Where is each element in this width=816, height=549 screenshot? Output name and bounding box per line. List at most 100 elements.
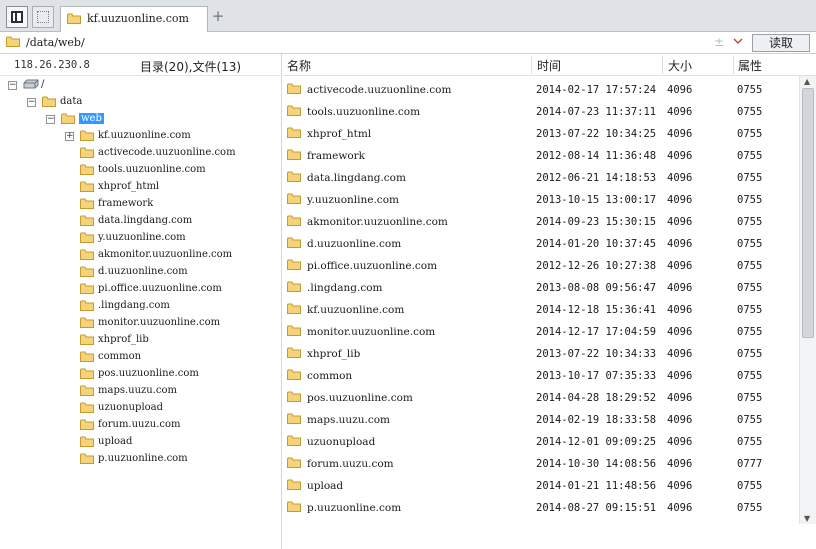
file-row[interactable]: pi.office.uuzuonline.com 2012-12-26 10:27… [283, 255, 798, 277]
folder-icon [80, 198, 94, 209]
file-row[interactable]: y.uuzuonline.com 2013-10-15 13:00:17 4096 0… [283, 189, 798, 211]
file-permissions: 0755 [737, 392, 763, 404]
file-row[interactable]: pos.uuzuonline.com 2014-04-28 18:29:52 409… [283, 387, 798, 409]
column-divider[interactable] [662, 56, 663, 74]
column-time[interactable]: 时间 [537, 57, 561, 74]
tree-item[interactable]: − / [0, 78, 280, 94]
folder-icon [80, 266, 94, 277]
collapse-icon[interactable]: − [46, 115, 55, 124]
file-time: 2013-07-22 10:34:33 [536, 348, 657, 360]
tree-item[interactable]: pi.office.uuzuonline.com [0, 282, 280, 298]
tab-label: kf.uuzuonline.com [87, 12, 189, 25]
collapse-icon[interactable]: − [8, 81, 17, 90]
tree-item[interactable]: tools.uuzuonline.com [0, 163, 280, 179]
folder-icon [61, 113, 75, 124]
scrollbar[interactable]: ▲ ▼ [799, 76, 816, 524]
new-window-button[interactable] [32, 6, 54, 28]
tree-item[interactable]: framework [0, 197, 280, 213]
file-size: 4096 [667, 260, 693, 272]
file-row[interactable]: .lingdang.com 2013-08-08 09:56:47 4096 0755 [283, 277, 798, 299]
column-name[interactable]: 名称 [287, 57, 311, 74]
tree-item-label: activecode.uuzuonline.com [98, 147, 236, 158]
folder-icon [287, 303, 301, 314]
tree-item[interactable]: p.uuzuonline.com [0, 452, 280, 468]
tree-item[interactable]: akmonitor.uuzuonline.com [0, 248, 280, 264]
tree-item[interactable]: uzuonupload [0, 401, 280, 417]
folder-icon [287, 479, 301, 490]
tree-item-label: upload [98, 436, 133, 447]
file-row[interactable]: p.uuzuonline.com 2014-08-27 09:15:51 4096 0… [283, 497, 798, 519]
tree-item-label: pos.uuzuonline.com [98, 368, 199, 379]
tree-item[interactable]: + kf.uuzuonline.com [0, 129, 280, 145]
scroll-down-icon[interactable]: ▼ [804, 514, 810, 523]
folder-icon [287, 215, 301, 226]
tree-item[interactable]: y.uuzuonline.com [0, 231, 280, 247]
path-input[interactable]: /data/web/ [26, 36, 85, 49]
tree-item[interactable]: maps.uuzu.com [0, 384, 280, 400]
tab-server[interactable]: kf.uuzuonline.com [60, 6, 208, 33]
tree-item[interactable]: forum.uuzu.com [0, 418, 280, 434]
pin-icon[interactable]: ± [714, 35, 724, 49]
file-size: 4096 [667, 194, 693, 206]
file-row[interactable]: kf.uuzuonline.com 2014-12-18 15:36:41 4096… [283, 299, 798, 321]
folder-icon [287, 193, 301, 204]
file-size: 4096 [667, 304, 693, 316]
tree-item-label: tools.uuzuonline.com [98, 164, 206, 175]
tree-item-label: p.uuzuonline.com [98, 453, 188, 464]
folder-icon [80, 181, 94, 192]
tree-item[interactable]: data.lingdang.com [0, 214, 280, 230]
column-divider[interactable] [531, 56, 532, 74]
column-perm[interactable]: 属性 [738, 57, 762, 74]
tree-item[interactable]: d.uuzuonline.com [0, 265, 280, 281]
tree-item[interactable]: .lingdang.com [0, 299, 280, 315]
file-row[interactable]: d.uuzuonline.com 2014-01-20 10:37:45 4096 0… [283, 233, 798, 255]
file-size: 4096 [667, 106, 693, 118]
file-row[interactable]: tools.uuzuonline.com 2014-07-23 11:37:11 4… [283, 101, 798, 123]
tree-item[interactable]: upload [0, 435, 280, 451]
tree-item[interactable]: pos.uuzuonline.com [0, 367, 280, 383]
file-size: 4096 [667, 392, 693, 404]
folder-icon [287, 325, 301, 336]
tree-item[interactable]: xhprof_html [0, 180, 280, 196]
add-tab-button[interactable]: + [210, 8, 226, 24]
folder-icon [80, 232, 94, 243]
folder-icon [80, 419, 94, 430]
tree-item[interactable]: activecode.uuzuonline.com [0, 146, 280, 162]
collapse-icon[interactable]: − [27, 98, 36, 107]
column-divider[interactable] [733, 56, 734, 74]
file-size: 4096 [667, 172, 693, 184]
chevron-down-icon[interactable] [733, 34, 743, 51]
tree-item[interactable]: common [0, 350, 280, 366]
tree-item-label: pi.office.uuzuonline.com [98, 283, 222, 294]
file-name: y.uuzuonline.com [307, 194, 399, 206]
tree-item[interactable]: monitor.uuzuonline.com [0, 316, 280, 332]
expand-icon[interactable]: + [65, 132, 74, 141]
tree-item[interactable]: − data [0, 95, 280, 111]
file-row[interactable]: monitor.uuzuonline.com 2014-12-17 17:04:5… [283, 321, 798, 343]
folder-icon [80, 164, 94, 175]
folder-icon [80, 453, 94, 464]
file-row[interactable]: xhprof_lib 2013-07-22 10:34:33 4096 0755 [283, 343, 798, 365]
file-row[interactable]: framework 2012-08-14 11:36:48 4096 0755 [283, 145, 798, 167]
tree-item[interactable]: xhprof_lib [0, 333, 280, 349]
directory-tree: 118.26.230.8 目录(20),文件(13) − / − data − web + k… [0, 54, 282, 549]
file-row[interactable]: uzuonupload 2014-12-01 09:09:25 4096 0755 [283, 431, 798, 453]
read-button[interactable]: 读取 [752, 34, 810, 52]
file-name: monitor.uuzuonline.com [307, 326, 436, 338]
scroll-thumb[interactable] [802, 88, 814, 338]
file-row[interactable]: akmonitor.uuzuonline.com 2014-09-23 15:30… [283, 211, 798, 233]
file-row[interactable]: data.lingdang.com 2012-06-21 14:18:53 4096… [283, 167, 798, 189]
folder-icon [80, 368, 94, 379]
file-row[interactable]: common 2013-10-17 07:35:33 4096 0755 [283, 365, 798, 387]
panel-toggle-button[interactable] [6, 6, 28, 28]
file-row[interactable]: forum.uuzu.com 2014-10-30 14:08:56 4096 077… [283, 453, 798, 475]
tree-item[interactable]: − web [0, 112, 280, 128]
file-row[interactable]: activecode.uuzuonline.com 2014-02-17 17:5… [283, 79, 798, 101]
file-row[interactable]: maps.uuzu.com 2014-02-19 18:33:58 4096 0755 [283, 409, 798, 431]
column-size[interactable]: 大小 [668, 57, 692, 74]
file-size: 4096 [667, 436, 693, 448]
file-row[interactable]: upload 2014-01-21 11:48:56 4096 0755 [283, 475, 798, 497]
file-name: p.uuzuonline.com [307, 502, 402, 514]
file-row[interactable]: xhprof_html 2013-07-22 10:34:25 4096 0755 [283, 123, 798, 145]
scroll-up-icon[interactable]: ▲ [804, 77, 810, 86]
